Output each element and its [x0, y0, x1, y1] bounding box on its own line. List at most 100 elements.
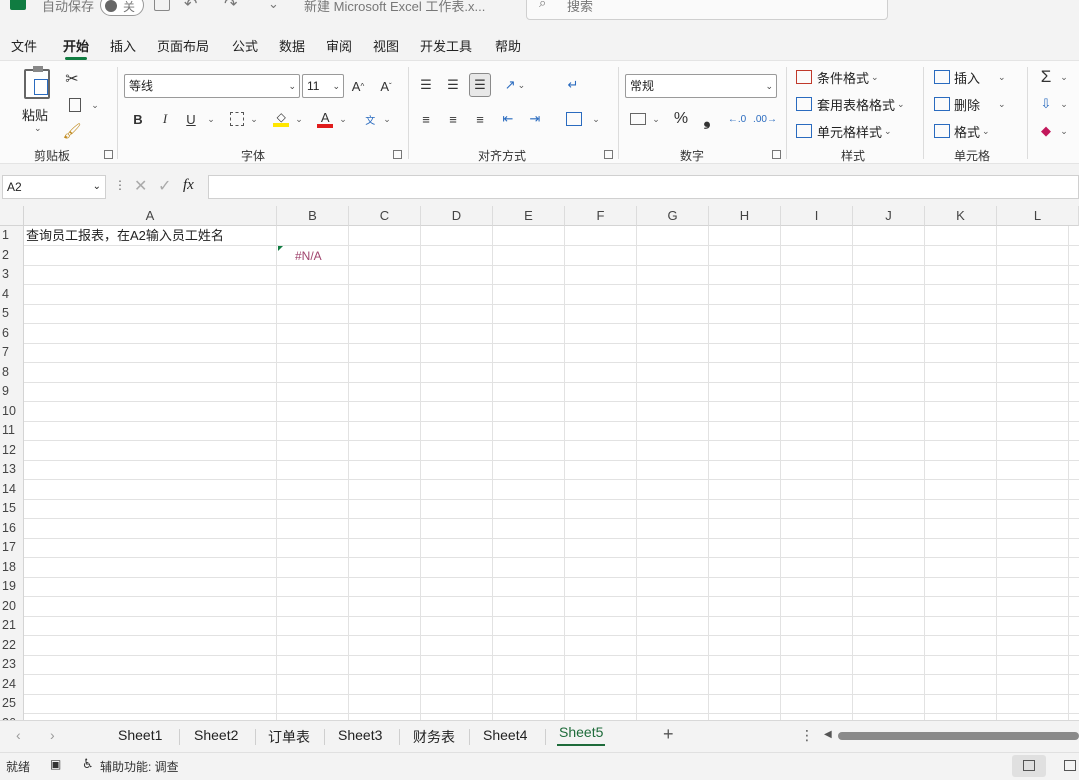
row-header[interactable]: 17 [0, 538, 24, 558]
row-header[interactable]: 11 [0, 421, 24, 441]
font-color-button[interactable]: A ⌄ [312, 107, 352, 131]
decrease-indent-icon[interactable]: ⇤ [497, 107, 519, 131]
macro-record-icon[interactable]: ▣ [50, 757, 61, 771]
number-format-combo[interactable]: 常规 ⌄ [625, 74, 777, 98]
tab-file[interactable]: 文件 [11, 36, 37, 55]
borders-button[interactable]: ⌄ [224, 107, 264, 131]
sheet-tab-finance[interactable]: 财务表 [413, 727, 455, 747]
fill-color-button[interactable]: ◇ ⌄ [268, 107, 308, 131]
undo-icon[interactable]: ↶ [184, 0, 197, 14]
cell-b2[interactable]: #N/A [295, 247, 322, 265]
tab-formulas[interactable]: 公式 [232, 36, 258, 55]
add-sheet-button[interactable]: + [663, 724, 674, 745]
wrap-text-icon[interactable]: ↵ [562, 73, 584, 97]
row-header[interactable]: 12 [0, 440, 24, 460]
tab-page-layout[interactable]: 页面布局 [157, 36, 209, 55]
row-header[interactable]: 8 [0, 362, 24, 382]
cancel-icon[interactable]: ✕ [134, 176, 147, 196]
row-header[interactable]: 21 [0, 616, 24, 636]
tab-help[interactable]: 帮助 [495, 36, 521, 55]
row-header[interactable]: 14 [0, 479, 24, 499]
error-indicator-icon[interactable] [278, 246, 283, 251]
row-header[interactable]: 16 [0, 518, 24, 538]
sheet-tab-sheet5[interactable]: Sheet5 [556, 724, 606, 746]
autosave-toggle[interactable]: 关 [100, 0, 144, 16]
format-as-table-button[interactable]: 套用表格格式 ⌄ [796, 92, 905, 116]
page-layout-view-icon[interactable] [1064, 760, 1076, 771]
fill-icon[interactable]: ⇩ [1036, 92, 1056, 116]
paste-dropdown-icon[interactable]: ⌄ [34, 123, 42, 134]
number-launcher-icon[interactable] [772, 150, 781, 159]
row-header[interactable]: 6 [0, 323, 24, 343]
row-header[interactable]: 13 [0, 460, 24, 480]
clear-dropdown-icon[interactable]: ⌄ [1058, 119, 1070, 143]
grow-font-button[interactable]: A ^ [346, 74, 370, 98]
paste-button[interactable]: 粘贴 ⌄ [18, 66, 58, 137]
row-header[interactable]: 24 [0, 674, 24, 694]
clear-icon[interactable]: ◆ [1036, 119, 1056, 143]
increase-indent-icon[interactable]: ⇥ [524, 107, 546, 131]
column-header-i[interactable]: I [781, 206, 853, 226]
cell-a1[interactable]: 查询员工报表，在A2输入员工姓名 [26, 227, 224, 245]
column-header-b[interactable]: B [277, 206, 349, 226]
worksheet-grid[interactable]: A B C D E F G H I J K L 1 2 3 4 5 6 7 8 … [0, 206, 1079, 720]
chevron-down-icon[interactable]: ⌄ [93, 176, 101, 198]
column-header-g[interactable]: G [637, 206, 709, 226]
formula-input[interactable] [208, 175, 1079, 199]
accessibility-status[interactable]: 辅助功能: 调查 [100, 758, 179, 775]
column-header-k[interactable]: K [925, 206, 997, 226]
alignment-launcher-icon[interactable] [604, 150, 613, 159]
row-header[interactable]: 20 [0, 596, 24, 616]
row-header[interactable]: 2 [0, 245, 24, 265]
redo-icon[interactable]: ↷ [224, 0, 237, 14]
row-header[interactable]: 1 [0, 226, 24, 246]
column-header-h[interactable]: H [709, 206, 781, 226]
autosum-dropdown-icon[interactable]: ⌄ [1058, 65, 1070, 89]
sheet-tab-sheet3[interactable]: Sheet3 [338, 727, 382, 743]
cell-styles-button[interactable]: 单元格样式 ⌄ [796, 119, 892, 143]
normal-view-button[interactable] [1012, 755, 1046, 777]
font-name-combo[interactable]: 等线 ⌄ [124, 74, 300, 98]
scroll-left-icon[interactable]: ◀ [824, 729, 832, 740]
tab-review[interactable]: 审阅 [326, 36, 352, 55]
align-center-icon[interactable]: ≡ [443, 107, 463, 131]
tab-developer[interactable]: 开发工具 [420, 36, 472, 55]
row-header[interactable]: 25 [0, 694, 24, 714]
cell-a2[interactable] [24, 245, 277, 265]
sheet-tab-sheet2[interactable]: Sheet2 [194, 727, 238, 743]
insert-function-icon[interactable]: fx [183, 177, 194, 194]
decrease-decimal-icon[interactable]: .00→ [753, 107, 777, 131]
align-top-icon[interactable]: ☰ [416, 73, 436, 97]
column-header-d[interactable]: D [421, 206, 493, 226]
format-painter-icon[interactable]: 🖌 [62, 119, 82, 143]
customize-toolbar-icon[interactable]: ⌄ [268, 0, 279, 12]
name-box[interactable]: A2 ⌄ [2, 175, 106, 199]
percent-button[interactable]: % [670, 107, 692, 131]
save-icon[interactable] [154, 0, 170, 11]
row-header[interactable]: 10 [0, 401, 24, 421]
row-header[interactable]: 3 [0, 265, 24, 285]
tab-insert[interactable]: 插入 [110, 36, 136, 55]
clipboard-launcher-icon[interactable] [104, 150, 113, 159]
scroll-right-icon[interactable]: › [50, 727, 55, 743]
column-header-e[interactable]: E [493, 206, 565, 226]
insert-cells-button[interactable]: 插入 ⌄ [934, 65, 1006, 89]
row-header[interactable]: 19 [0, 577, 24, 597]
underline-dropdown-icon[interactable]: ⌄ [205, 107, 217, 131]
format-cells-button[interactable]: 格式 ⌄ [934, 119, 990, 143]
cut-icon[interactable]: ✂ [62, 67, 82, 91]
bold-button[interactable]: B [128, 107, 148, 131]
row-header[interactable]: 18 [0, 557, 24, 577]
tab-view[interactable]: 视图 [373, 36, 399, 55]
scroll-left-icon[interactable]: ‹ [16, 727, 21, 743]
delete-cells-button[interactable]: 删除 ⌄ [934, 92, 1006, 116]
accessibility-icon[interactable]: ♿ [82, 756, 94, 772]
column-header-l[interactable]: L [997, 206, 1079, 226]
underline-button[interactable]: U [181, 107, 201, 131]
column-header-c[interactable]: C [349, 206, 421, 226]
shrink-font-button[interactable]: Aˇ [374, 74, 398, 98]
autosum-button[interactable]: Σ [1036, 65, 1056, 89]
align-right-icon[interactable]: ≡ [469, 107, 491, 131]
column-header-a[interactable]: A [24, 206, 277, 226]
row-header[interactable]: 23 [0, 655, 24, 675]
